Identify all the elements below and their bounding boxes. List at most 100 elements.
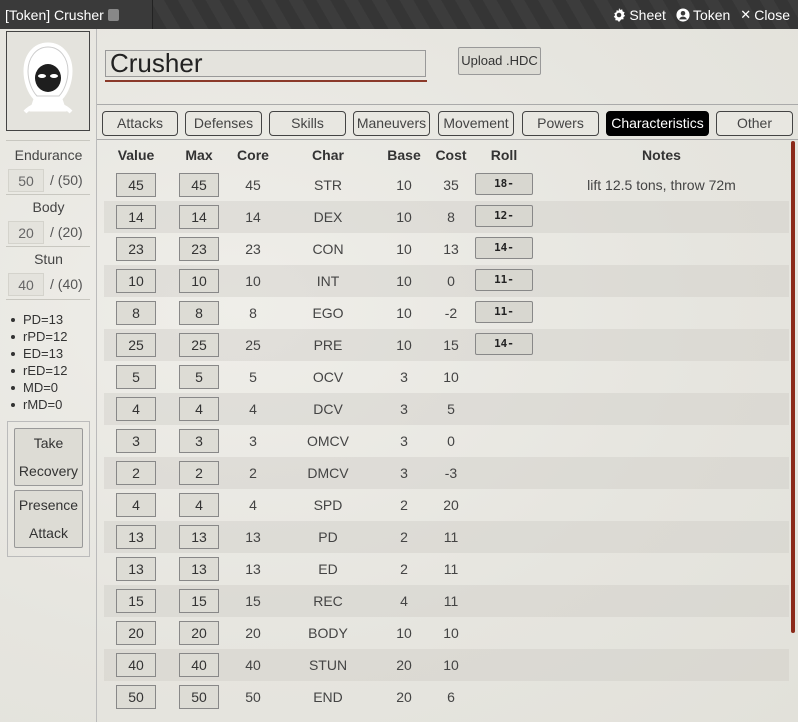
cost-cell: 5 (447, 401, 455, 417)
value-input[interactable]: 50 (116, 685, 156, 709)
stun-row: 40 / (40) (8, 272, 92, 296)
value-input[interactable]: 4 (116, 493, 156, 517)
max-input[interactable]: 20 (179, 621, 219, 645)
roll-button[interactable]: 12- (475, 205, 533, 227)
max-input[interactable]: 13 (179, 525, 219, 549)
tab-attacks[interactable]: Attacks (102, 111, 178, 136)
tab-other[interactable]: Other (716, 111, 793, 136)
column-header-base: Base (387, 147, 421, 163)
value-input[interactable]: 5 (116, 365, 156, 389)
max-input[interactable]: 8 (179, 301, 219, 325)
max-input[interactable]: 15 (179, 589, 219, 613)
roll-button[interactable]: 11- (475, 269, 533, 291)
value-input[interactable]: 40 (116, 653, 156, 677)
max-input[interactable]: 45 (179, 173, 219, 197)
hooded-figure-icon (23, 42, 73, 114)
table-row: 23 23 23 CON 10 13 14- (104, 233, 789, 265)
base-cell: 10 (396, 337, 412, 353)
token-button[interactable]: Token (676, 7, 730, 23)
endurance-input[interactable]: 50 (8, 168, 44, 192)
roll-button[interactable]: 11- (475, 301, 533, 323)
value-input[interactable]: 23 (116, 237, 156, 261)
take-recovery-button[interactable]: Take Recovery (14, 428, 83, 486)
tab-maneuvers[interactable]: Maneuvers (353, 111, 430, 136)
char-cell: INT (316, 273, 340, 289)
value-input[interactable]: 8 (116, 301, 156, 325)
max-input[interactable]: 10 (179, 269, 219, 293)
scrollbar[interactable] (791, 141, 795, 633)
sheet-label: Sheet (629, 6, 666, 23)
value-input[interactable]: 14 (116, 205, 156, 229)
value-input[interactable]: 20 (116, 621, 156, 645)
notes-cell (534, 329, 789, 361)
tab-skills[interactable]: Skills (269, 111, 346, 136)
tab-movement[interactable]: Movement (438, 111, 514, 136)
cost-cell: 10 (443, 369, 459, 385)
base-cell: 2 (400, 497, 408, 513)
char-cell: BODY (308, 625, 348, 641)
value-input[interactable]: 10 (116, 269, 156, 293)
max-input[interactable]: 4 (179, 397, 219, 421)
roll-button[interactable]: 14- (475, 237, 533, 259)
notes-cell (534, 361, 789, 393)
window-titlebar: [Token] Crusher Sheet Token ✕ Close (0, 0, 798, 29)
core-cell: 14 (245, 209, 261, 225)
value-input[interactable]: 2 (116, 461, 156, 485)
sheet-body: Endurance 50 / (50) Body 20 / (20) Stun … (0, 29, 798, 722)
notes-cell (534, 553, 789, 585)
endurance-max: / (50) (50, 172, 83, 188)
max-input[interactable]: 25 (179, 333, 219, 357)
tab-characteristics[interactable]: Characteristics (606, 111, 709, 136)
list-item: rPD=12 (11, 328, 67, 345)
base-cell: 20 (396, 689, 412, 705)
close-button[interactable]: ✕ Close (740, 7, 790, 23)
character-name-input[interactable]: Crusher (105, 50, 426, 77)
max-input[interactable]: 40 (179, 653, 219, 677)
close-label: Close (754, 6, 790, 23)
body-label: Body (32, 199, 65, 215)
endurance-label: Endurance (14, 147, 83, 163)
core-cell: 3 (249, 433, 257, 449)
base-cell: 3 (400, 401, 408, 417)
cost-cell: 11 (443, 561, 459, 577)
max-input[interactable]: 14 (179, 205, 219, 229)
char-cell: DEX (313, 209, 343, 225)
cost-cell: 8 (447, 209, 455, 225)
max-input[interactable]: 50 (179, 685, 219, 709)
roll-button[interactable]: 18- (475, 173, 533, 195)
max-input[interactable]: 23 (179, 237, 219, 261)
max-input[interactable]: 5 (179, 365, 219, 389)
max-input[interactable]: 3 (179, 429, 219, 453)
tab-defenses[interactable]: Defenses (185, 111, 262, 136)
table-row: 15 15 15 REC 4 11 (104, 585, 789, 617)
presence-attack-label-1: Presence (18, 497, 79, 513)
sheet-pin-icon[interactable] (107, 8, 119, 21)
upload-hdc-button[interactable]: Upload .HDC (458, 47, 541, 75)
table-row: 20 20 20 BODY 10 10 (104, 617, 789, 649)
value-input[interactable]: 25 (116, 333, 156, 357)
presence-attack-button[interactable]: Presence Attack (14, 490, 83, 548)
max-input[interactable]: 4 (179, 493, 219, 517)
max-input[interactable]: 13 (179, 557, 219, 581)
table-row: 14 14 14 DEX 10 8 12- (104, 201, 789, 233)
portrait[interactable] (6, 31, 90, 131)
value-input[interactable]: 3 (116, 429, 156, 453)
value-input[interactable]: 4 (116, 397, 156, 421)
sheet-button[interactable]: Sheet (612, 7, 666, 23)
value-input[interactable]: 13 (116, 557, 156, 581)
value-input[interactable]: 15 (116, 589, 156, 613)
base-cell: 10 (396, 209, 412, 225)
max-input[interactable]: 2 (179, 461, 219, 485)
roll-button[interactable]: 14- (475, 333, 533, 355)
tab-powers[interactable]: Powers (522, 111, 599, 136)
core-cell: 4 (249, 401, 257, 417)
core-cell: 45 (245, 177, 261, 193)
stun-input[interactable]: 40 (8, 272, 44, 296)
body-input[interactable]: 20 (8, 220, 44, 244)
value-input[interactable]: 13 (116, 525, 156, 549)
table-row: 2 2 2 DMCV 3 -3 (104, 457, 789, 489)
table-row: 25 25 25 PRE 10 15 14- (104, 329, 789, 361)
char-cell: ED (318, 561, 338, 577)
value-input[interactable]: 45 (116, 173, 156, 197)
presence-attack-label-2: Attack (29, 525, 68, 541)
